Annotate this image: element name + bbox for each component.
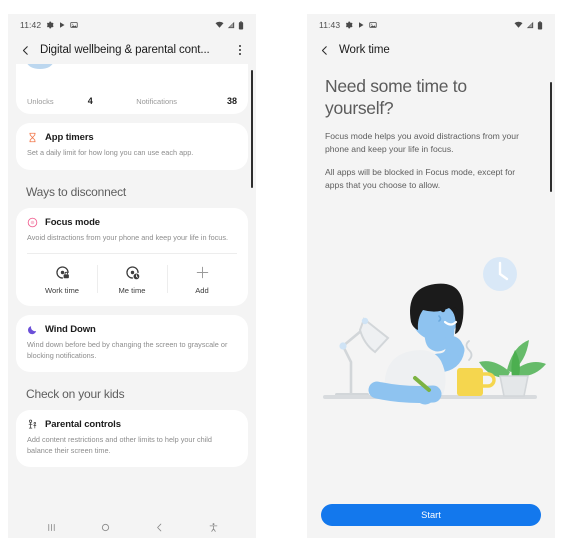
focus-mode-tiles: Work time Me time Add	[27, 253, 237, 295]
focus-mode-header: Focus mode	[27, 217, 237, 228]
overflow-menu-icon[interactable]	[233, 42, 247, 58]
stat-unlocks: Unlocks 4	[27, 96, 136, 106]
back-button[interactable]	[316, 42, 332, 58]
play-icon	[60, 22, 65, 28]
chevron-left-icon	[22, 45, 28, 55]
paragraph-2: All apps will be blocked in Focus mode, …	[325, 166, 516, 190]
right-phone-screen: 11:43 Work time Need some time to yourse…	[307, 14, 555, 538]
parental-controls-header: Parental controls	[27, 419, 237, 430]
app-timers-description: Set a daily limit for how long you can u…	[27, 148, 194, 157]
parental-controls-description: Add content restrictions and other limit…	[27, 435, 212, 455]
plus-icon	[193, 263, 211, 281]
battery-icon	[238, 20, 244, 29]
play-icon	[359, 22, 364, 28]
app-bar: Work time	[307, 36, 555, 64]
start-button[interactable]: Start	[321, 504, 541, 526]
tile-label: Add	[195, 286, 209, 296]
tile-label: Me time	[118, 286, 146, 296]
wifi-icon	[514, 21, 523, 28]
wind-down-header: Wind Down	[27, 324, 237, 335]
focus-mode-icon	[27, 217, 38, 227]
page-title: Work time	[339, 44, 390, 56]
battery-icon	[537, 20, 543, 29]
chevron-left-icon	[321, 45, 327, 55]
gear-icon	[346, 21, 353, 29]
wind-down-description: Wind down before bed by changing the scr…	[27, 340, 228, 360]
paragraph-1: Focus mode helps you avoid distractions …	[325, 131, 519, 154]
app-timers-title: App timers	[45, 132, 94, 143]
section-check-on-your-kids: Check on your kids	[26, 387, 125, 402]
scrollbar-thumb[interactable]	[550, 82, 552, 192]
usage-donut-chart	[27, 64, 53, 69]
accessibility-icon[interactable]	[202, 518, 224, 536]
gear-icon	[47, 21, 54, 29]
parental-controls-card[interactable]: Parental controls Add content restrictio…	[16, 410, 248, 468]
focus-mode-card[interactable]: Focus mode Avoid distractions from your …	[16, 207, 248, 307]
tile-label: Work time	[44, 286, 80, 296]
tile-add[interactable]: Add	[167, 263, 237, 295]
status-clock: 11:43	[319, 20, 341, 30]
status-bar: 11:43	[307, 14, 555, 36]
focus-mode-description: Avoid distractions from your phone and k…	[27, 232, 229, 242]
home-icon[interactable]	[94, 518, 116, 536]
stat-label: Notifications	[136, 97, 178, 106]
wind-down-title: Wind Down	[45, 324, 96, 336]
app-timers-header: App timers	[27, 132, 237, 143]
app-timers-card[interactable]: App timers Set a daily limit for how lon…	[16, 123, 248, 170]
status-clock: 11:42	[20, 20, 42, 30]
work-time-content: Need some time to yourself? Focus mode h…	[307, 64, 555, 538]
page-title: Digital wellbeing & parental cont...	[40, 44, 210, 56]
work-time-icon	[53, 263, 71, 281]
start-button-wrap: Start	[307, 504, 555, 526]
settings-scroll-area[interactable]: Unlocks 4 Notifications 38 App timers Se…	[8, 64, 256, 516]
scrollbar-thumb[interactable]	[251, 70, 253, 188]
stat-value: 38	[226, 96, 237, 106]
image-icon	[369, 22, 377, 28]
section-ways-to-disconnect: Ways to disconnect	[26, 184, 126, 199]
status-right-icons	[215, 20, 244, 30]
screenshot-stage: 11:42 Digital wellbeing & parental cont.…	[0, 0, 570, 553]
back-button[interactable]	[17, 42, 33, 58]
status-bar: 11:42	[8, 14, 256, 36]
stat-value: 4	[87, 96, 93, 106]
wifi-icon	[215, 21, 224, 28]
system-nav-bar	[8, 516, 256, 538]
back-icon[interactable]	[148, 518, 170, 536]
usage-summary-card[interactable]: Unlocks 4 Notifications 38	[16, 64, 248, 114]
image-icon	[70, 22, 78, 28]
stat-label: Unlocks	[27, 97, 54, 106]
recents-icon[interactable]	[40, 518, 62, 536]
app-bar: Digital wellbeing & parental cont...	[8, 36, 256, 64]
tile-me-time[interactable]: Me time	[97, 263, 167, 295]
parental-controls-title: Parental controls	[45, 419, 121, 431]
person-figure	[368, 283, 465, 405]
focus-mode-title: Focus mode	[45, 216, 100, 228]
status-left-icons	[46, 21, 78, 29]
parental-controls-icon	[28, 419, 37, 429]
wind-down-card[interactable]: Wind Down Wind down before bed by changi…	[16, 315, 248, 373]
me-time-icon	[123, 263, 141, 281]
usage-stats-row: Unlocks 4 Notifications 38	[27, 96, 237, 106]
left-phone-screen: 11:42 Digital wellbeing & parental cont.…	[8, 14, 256, 538]
tile-work-time[interactable]: Work time	[27, 263, 97, 295]
person-at-desk-illustration	[307, 252, 555, 432]
status-left-icons	[345, 21, 377, 29]
headline: Need some time to yourself?	[325, 76, 467, 118]
signal-icon	[227, 21, 235, 29]
hourglass-icon	[29, 132, 36, 143]
signal-icon	[526, 21, 534, 29]
moon-icon	[28, 326, 37, 335]
illustration-svg	[323, 257, 546, 405]
status-right-icons	[514, 20, 543, 30]
stat-notifications: Notifications 38	[136, 96, 237, 106]
